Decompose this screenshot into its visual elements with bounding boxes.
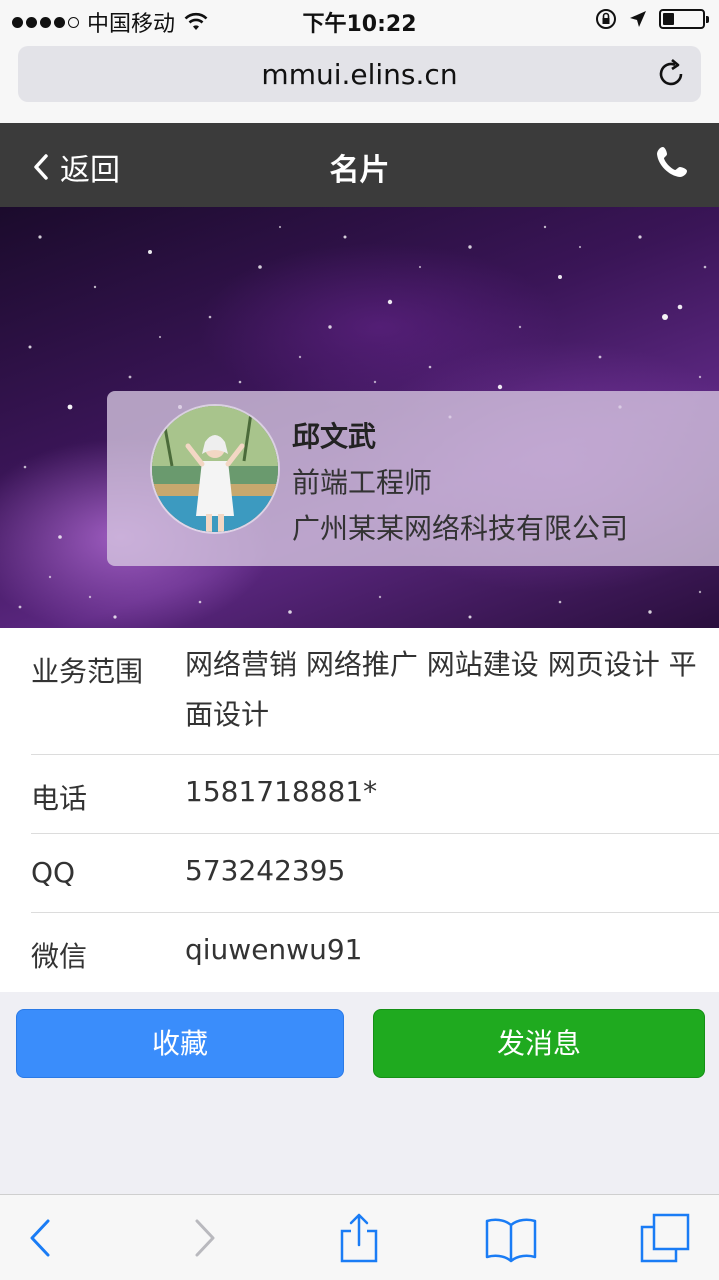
page-title: 名片 [329, 153, 390, 188]
profile-job-title: 前端工程师 [292, 466, 433, 499]
info-value: 573242395 [185, 854, 346, 887]
bookmarks-icon[interactable] [484, 1211, 538, 1265]
app-navbar: 返回 名片 [0, 123, 719, 207]
lock-rotation-icon [596, 9, 616, 29]
share-icon[interactable] [332, 1211, 386, 1265]
contact-info-list: 业务范围 网络营销 网络推广 网站建设 网页设计 平面设计 电话 1581718… [0, 628, 719, 992]
info-value: 网络营销 网络推广 网站建设 网页设计 平面设计 [185, 648, 697, 731]
info-label: 电话 [31, 782, 88, 815]
favorite-button[interactable]: 收藏 [16, 1009, 344, 1078]
browser-toolbar [0, 1194, 719, 1280]
phone-icon[interactable] [655, 145, 689, 179]
back-icon[interactable] [15, 1211, 69, 1265]
profile-banner: 邱文武 前端工程师 广州某某网络科技有限公司 [0, 207, 719, 628]
info-value[interactable]: 1581718881* [185, 767, 703, 817]
profile-card: 邱文武 前端工程师 广州某某网络科技有限公司 [107, 391, 719, 566]
battery-icon [659, 9, 709, 29]
info-label: QQ [31, 856, 76, 889]
address-bar[interactable]: mmui.elins.cn [18, 46, 701, 102]
forward-icon[interactable] [176, 1211, 230, 1265]
info-label: 微信 [31, 940, 88, 973]
profile-name: 邱文武 [292, 420, 377, 453]
info-row-wechat: 微信 qiuwenwu91 [31, 913, 719, 992]
info-label: 业务范围 [31, 655, 144, 688]
page: 中国移动 下午10:22 mmui.elins.cn 返回 名片 邱文武 前端工… [0, 0, 719, 1280]
tabs-icon[interactable] [638, 1211, 692, 1265]
status-bar: 中国移动 下午10:22 [0, 0, 719, 40]
send-message-button[interactable]: 发消息 [373, 1009, 705, 1078]
url-text[interactable]: mmui.elins.cn [18, 58, 701, 91]
battery-level [663, 13, 674, 25]
avatar-photo [152, 406, 278, 532]
info-row-business-scope: 业务范围 网络营销 网络推广 网站建设 网页设计 平面设计 [31, 628, 719, 755]
info-row-phone[interactable]: 电话 1581718881* [31, 755, 719, 834]
info-row-qq: QQ 573242395 [31, 834, 719, 913]
status-right [595, 8, 709, 30]
avatar[interactable] [152, 406, 278, 532]
reload-icon[interactable] [655, 58, 687, 90]
info-value: qiuwenwu91 [185, 933, 363, 966]
browser-address-area: mmui.elins.cn [0, 40, 719, 123]
location-arrow-icon [630, 11, 646, 27]
profile-company: 广州某某网络科技有限公司 [292, 512, 629, 545]
